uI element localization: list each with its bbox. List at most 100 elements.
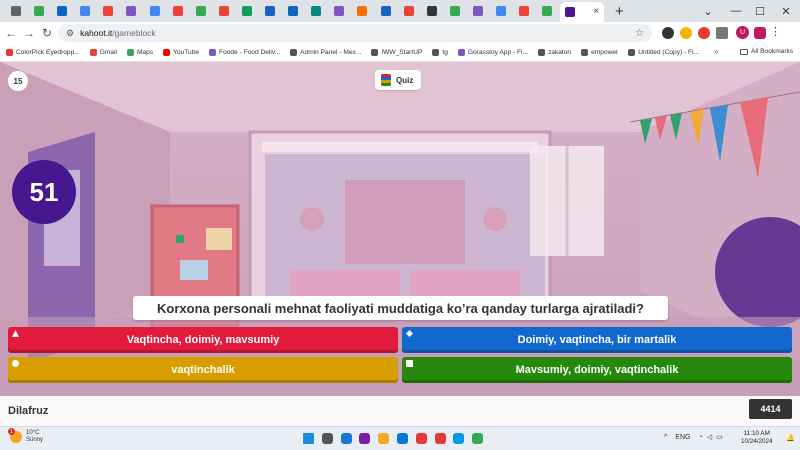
tab-search-button[interactable]: ⌄ bbox=[694, 0, 722, 22]
browser-tab[interactable] bbox=[537, 3, 557, 19]
answer-text: Vaqtincha, doimiy, mavsumiy bbox=[126, 334, 280, 346]
browser-tab[interactable] bbox=[75, 3, 95, 19]
close-tab-icon[interactable]: × bbox=[593, 7, 599, 17]
bookmark-item[interactable]: Admin Panel - Mex... bbox=[290, 49, 361, 56]
browser-tab[interactable] bbox=[29, 3, 49, 19]
tab-favicon-icon bbox=[311, 6, 322, 16]
browser-tab[interactable] bbox=[376, 3, 396, 19]
more-bookmarks-button[interactable]: » bbox=[714, 47, 718, 56]
address-bar[interactable]: ⚙ kahoot.it/gameblock ☆ bbox=[58, 24, 652, 42]
browser-tab[interactable] bbox=[514, 3, 534, 19]
close-window-button[interactable]: ✕ bbox=[772, 0, 800, 22]
clock-date: 10/24/2024 bbox=[741, 438, 773, 445]
tab-kahoot[interactable]: × bbox=[560, 2, 605, 22]
browser-tab[interactable] bbox=[399, 3, 419, 19]
browser-tab[interactable] bbox=[260, 3, 280, 19]
all-bookmarks-button[interactable]: All Bookmarks bbox=[740, 48, 793, 55]
extension-icon[interactable] bbox=[680, 27, 692, 39]
taskbar-app-icon[interactable] bbox=[432, 430, 449, 447]
answer-button-red[interactable]: Vaqtincha, doimiy, mavsumiy bbox=[8, 327, 398, 353]
site-info-icon[interactable]: ⚙ bbox=[66, 28, 74, 39]
forward-button[interactable]: → bbox=[20, 26, 38, 40]
browser-tab[interactable] bbox=[191, 3, 211, 19]
bookmark-favicon-icon bbox=[290, 49, 298, 56]
browser-tab[interactable] bbox=[352, 3, 372, 19]
bookmark-item[interactable]: zakaton bbox=[537, 49, 571, 56]
tab-favicon-icon bbox=[126, 6, 137, 16]
taskbar-app-icon[interactable] bbox=[450, 430, 467, 447]
extension-icon[interactable] bbox=[754, 27, 766, 39]
profile-avatar[interactable]: U bbox=[736, 26, 749, 39]
browser-tab[interactable] bbox=[283, 3, 303, 19]
browser-tab[interactable] bbox=[237, 3, 257, 19]
bookmark-item[interactable]: Gmail bbox=[89, 49, 117, 56]
browser-tab[interactable] bbox=[98, 3, 118, 19]
bookmark-label: Gmail bbox=[99, 49, 117, 56]
taskbar-app-icon[interactable] bbox=[394, 430, 411, 447]
volume-icon[interactable]: ◁ bbox=[707, 433, 712, 441]
browser-tab[interactable] bbox=[422, 3, 442, 19]
browser-tab[interactable] bbox=[121, 3, 141, 19]
chevron-up-icon[interactable]: ^ bbox=[664, 434, 667, 441]
bookmark-item[interactable]: Gorasstoy App - Fi... bbox=[457, 49, 528, 56]
extensions-puzzle-icon[interactable] bbox=[716, 27, 728, 39]
tab-favicon-icon bbox=[57, 6, 68, 16]
bookmark-favicon-icon bbox=[6, 49, 13, 56]
taskbar-app-icon[interactable] bbox=[375, 430, 392, 447]
browser-menu-icon[interactable]: ⋮ bbox=[770, 25, 781, 38]
browser-tab[interactable] bbox=[6, 3, 26, 19]
bookmark-item[interactable]: Untitled (Copy) - Fi... bbox=[628, 49, 699, 56]
answer-button-green[interactable]: Mavsumiy, doimiy, vaqtinchalik bbox=[402, 357, 792, 383]
weather-widget[interactable]: 1 10°C Sunny bbox=[8, 428, 43, 444]
bookmark-star-icon[interactable]: ☆ bbox=[635, 28, 644, 39]
reload-button[interactable]: ↻ bbox=[38, 26, 56, 40]
browser-tab[interactable] bbox=[145, 3, 165, 19]
tab-favicon-icon bbox=[288, 6, 299, 16]
language-indicator[interactable]: ENG bbox=[675, 434, 690, 441]
taskbar-app-icon[interactable] bbox=[319, 430, 336, 447]
answer-button-yellow[interactable]: vaqtinchalik bbox=[8, 357, 398, 383]
taskbar-app-icon[interactable] bbox=[356, 430, 373, 447]
bookmark-item[interactable]: ColorPick Eyedropp... bbox=[6, 49, 80, 56]
back-button[interactable]: ← bbox=[2, 26, 20, 40]
bookmark-item[interactable]: YouTube bbox=[163, 49, 199, 56]
clock-time: 11:10 AM bbox=[743, 430, 770, 437]
maximize-button[interactable]: ☐ bbox=[746, 0, 774, 22]
start-button[interactable] bbox=[300, 430, 317, 447]
browser-tab[interactable] bbox=[306, 3, 326, 19]
triangle-icon bbox=[12, 330, 19, 337]
bookmark-label: tg bbox=[442, 49, 448, 56]
bookmark-label: empower bbox=[591, 49, 619, 56]
clock[interactable]: 11:10 AM 10/24/2024 bbox=[741, 430, 773, 446]
taskbar-app-icon[interactable] bbox=[413, 430, 430, 447]
notifications-bell-icon[interactable]: 🔔 bbox=[786, 434, 795, 442]
browser-tab[interactable] bbox=[168, 3, 188, 19]
browser-tab[interactable] bbox=[468, 3, 488, 19]
adblock-extension-icon[interactable] bbox=[698, 27, 710, 39]
browser-tab[interactable] bbox=[52, 3, 72, 19]
new-tab-button[interactable]: + bbox=[611, 3, 627, 20]
browser-tab[interactable] bbox=[329, 3, 349, 19]
extension-icon[interactable] bbox=[662, 27, 674, 39]
game-area: 15 Quiz 51 Korxona personali mehnat faol… bbox=[0, 62, 800, 426]
bookmark-favicon-icon bbox=[537, 49, 545, 56]
bookmark-item[interactable]: Maps bbox=[127, 49, 153, 56]
wifi-icon[interactable]: ◔ bbox=[698, 434, 702, 441]
bookmark-favicon-icon bbox=[163, 49, 171, 56]
battery-icon[interactable]: ▭ bbox=[716, 433, 723, 441]
address-path: /gameblock bbox=[112, 28, 156, 38]
answer-button-blue[interactable]: Doimiy, vaqtincha, bir martalik bbox=[402, 327, 792, 353]
browser-tab[interactable] bbox=[491, 3, 511, 19]
bookmark-item[interactable]: Foode - Food Deliv... bbox=[209, 49, 280, 56]
browser-tab[interactable] bbox=[214, 3, 234, 19]
taskbar-app-icon[interactable] bbox=[338, 430, 355, 447]
bookmark-item[interactable]: tg bbox=[432, 49, 448, 56]
browser-tab[interactable] bbox=[445, 3, 465, 19]
bookmark-item[interactable]: IWW_StartUP bbox=[371, 49, 422, 56]
bookmark-label: Untitled (Copy) - Fi... bbox=[638, 49, 700, 56]
folder-icon bbox=[740, 48, 748, 55]
bookmark-label: YouTube bbox=[173, 49, 200, 56]
taskbar-app-icon[interactable] bbox=[469, 430, 486, 447]
bookmark-item[interactable]: empower bbox=[581, 49, 618, 56]
bookmarks-bar: ColorPick Eyedropp... Gmail Maps YouTube Foo… bbox=[0, 44, 800, 62]
